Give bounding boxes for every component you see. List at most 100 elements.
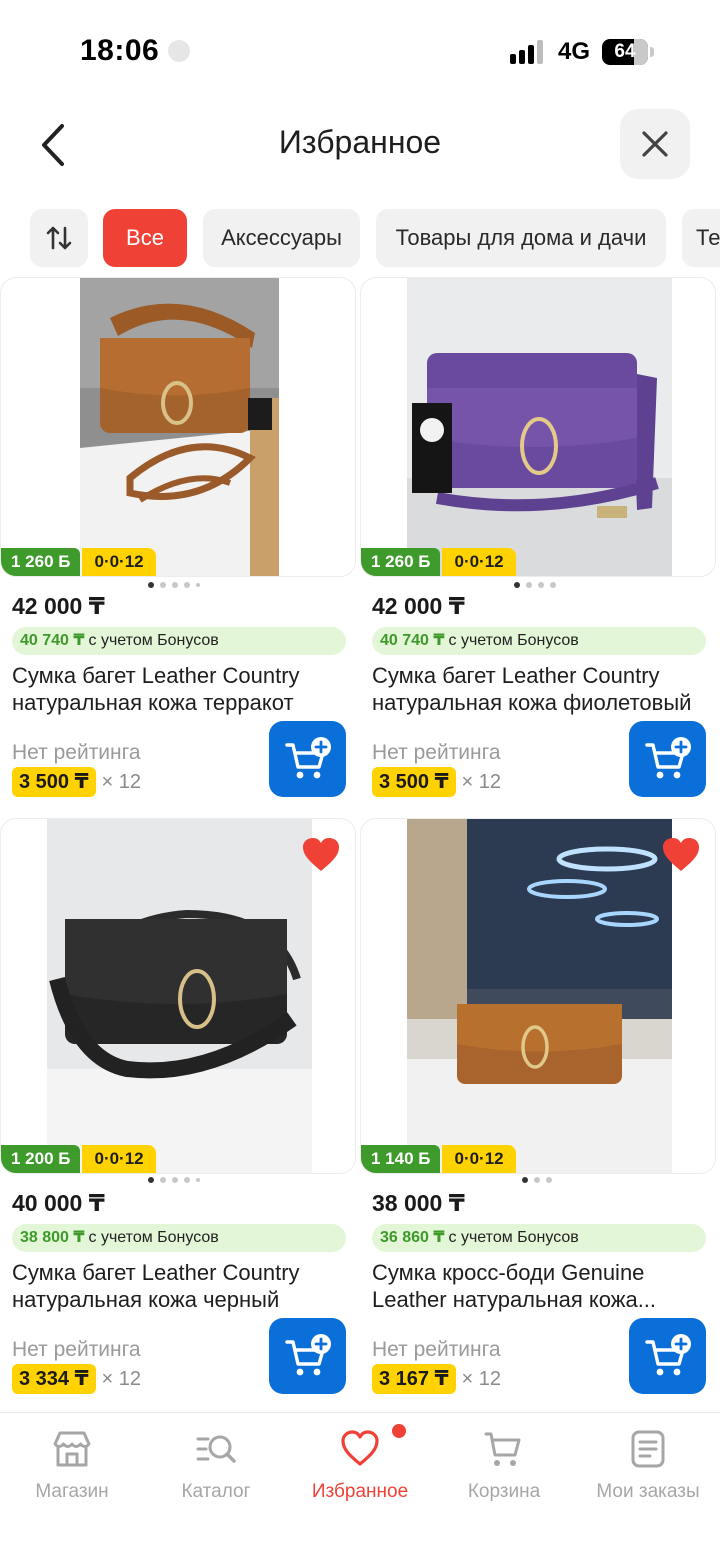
rating-text: Нет рейтинга — [372, 741, 501, 764]
product-title[interactable]: Сумка багет Leather Country натуральная … — [12, 662, 352, 716]
product-title[interactable]: Сумка багет Leather Country натуральная … — [372, 662, 712, 716]
bonus-price-line: 40 740 ₸ с учетом Бонусов — [372, 627, 706, 655]
product-image[interactable]: 1 200 Б 0·0·12 — [0, 818, 356, 1174]
signal-icon — [510, 40, 546, 64]
nav-catalog[interactable]: Каталог — [144, 1413, 288, 1523]
product-photo — [80, 278, 279, 576]
bonus-price-line: 40 740 ₸ с учетом Бонусов — [12, 627, 346, 655]
add-to-cart-button[interactable] — [269, 721, 346, 797]
sort-icon — [46, 226, 72, 250]
installment-months: × 12 — [461, 1367, 502, 1390]
rating-text: Нет рейтинга — [12, 741, 141, 764]
nav-orders-label: Мои заказы — [596, 1481, 700, 1502]
catalog-search-icon — [196, 1435, 236, 1463]
installment-info: 3 500 ₸ × 12 — [372, 767, 501, 797]
bonus-note: с учетом Бонусов — [88, 632, 219, 649]
installment-badge: 0·0·12 — [82, 1145, 156, 1173]
installment-months: × 12 — [101, 1367, 142, 1390]
status-time: 18:06 — [80, 34, 160, 67]
nav-cart-label: Корзина — [467, 1481, 541, 1502]
installment-price: 3 167 ₸ — [372, 1364, 456, 1394]
installment-price: 3 334 ₸ — [12, 1364, 96, 1394]
badge-row: 1 200 Б 0·0·12 — [1, 1145, 156, 1173]
add-to-cart-button[interactable] — [629, 721, 706, 797]
installment-badge: 0·0·12 — [442, 548, 516, 576]
installment-months: × 12 — [461, 770, 502, 793]
heart-icon — [341, 1430, 379, 1466]
filter-chip-all[interactable]: Все — [103, 209, 187, 267]
store-icon — [53, 1431, 91, 1467]
filter-chip-accessories[interactable]: Аксессуары — [203, 209, 360, 267]
bonus-price: 38 800 ₸ — [20, 1229, 85, 1246]
bonus-price: 36 860 ₸ — [380, 1229, 445, 1246]
installment-months: × 12 — [101, 770, 142, 793]
filter-chip-home-garden[interactable]: Товары для дома и дачи — [376, 209, 666, 267]
product-title-line-1: Сумка багет Leather Country — [12, 663, 300, 688]
product-title-line-2: натуральная кожа черный — [12, 1287, 280, 1312]
product-title-line-2: натуральная кожа терракот — [12, 690, 294, 715]
status-blurred-icon — [168, 40, 190, 62]
filter-chips: Все Аксессуары Товары для дома и дачи Те — [0, 209, 720, 267]
battery-level: 64 — [614, 41, 636, 62]
favorite-heart-icon[interactable] — [661, 837, 701, 873]
filter-chip-more[interactable]: Те — [682, 209, 720, 267]
product-title[interactable]: Сумка кросс-боди Genuine Leather натурал… — [372, 1259, 712, 1313]
add-to-cart-button[interactable] — [629, 1318, 706, 1394]
close-button[interactable] — [620, 109, 690, 179]
nav-catalog-label: Каталог — [181, 1481, 251, 1502]
nav-store[interactable]: Магазин — [0, 1413, 144, 1523]
installment-price: 3 500 ₸ — [372, 767, 456, 797]
bonus-badge: 1 260 Б — [361, 548, 441, 576]
header: Избранное — [0, 100, 720, 190]
cart-icon — [484, 1432, 521, 1466]
bonus-badge: 1 260 Б — [1, 548, 81, 576]
installment-badge: 0·0·12 — [442, 1145, 516, 1173]
product-price: 40 000 ₸ — [12, 1190, 105, 1216]
bonus-badge: 1 140 Б — [361, 1145, 441, 1173]
image-pager-dots — [148, 581, 200, 589]
image-pager-dots — [514, 581, 556, 589]
nav-cart[interactable]: Корзина — [432, 1413, 576, 1523]
rating-text: Нет рейтинга — [12, 1338, 141, 1361]
sort-button[interactable] — [30, 209, 88, 267]
installment-badge: 0·0·12 — [82, 548, 156, 576]
product-image[interactable]: 1 140 Б 0·0·12 — [360, 818, 716, 1174]
installment-info: 3 334 ₸ × 12 — [12, 1364, 141, 1394]
bonus-price: 40 740 ₸ — [380, 632, 445, 649]
product-title-line-1: Сумка кросс-боди Genuine — [372, 1260, 645, 1285]
installment-info: 3 500 ₸ × 12 — [12, 767, 141, 797]
badge-row: 1 260 Б 0·0·12 — [1, 548, 156, 576]
add-cart-icon — [645, 737, 691, 779]
product-title[interactable]: Сумка багет Leather Country натуральная … — [12, 1259, 352, 1313]
installment-info: 3 167 ₸ × 12 — [372, 1364, 501, 1394]
add-to-cart-button[interactable] — [269, 1318, 346, 1394]
notification-dot — [392, 1424, 406, 1438]
battery-icon: 64 — [602, 39, 648, 65]
badge-row: 1 260 Б 0·0·12 — [361, 548, 516, 576]
bonus-note: с учетом Бонусов — [448, 1229, 579, 1246]
bonus-note: с учетом Бонусов — [88, 1229, 219, 1246]
orders-icon — [631, 1430, 665, 1468]
bonus-note: с учетом Бонусов — [448, 632, 579, 649]
status-bar: 18:06 4G 64 — [0, 0, 720, 100]
image-pager-dots — [522, 1176, 552, 1184]
bonus-badge: 1 200 Б — [1, 1145, 81, 1173]
product-photo — [47, 819, 312, 1173]
product-title-line-2: натуральная кожа фиолетовый — [372, 690, 692, 715]
favorite-heart-icon[interactable] — [301, 837, 341, 873]
rating-text: Нет рейтинга — [372, 1338, 501, 1361]
product-image[interactable]: 1 260 Б 0·0·12 — [360, 277, 716, 577]
nav-favorites-label: Избранное — [311, 1481, 409, 1502]
product-photo — [407, 278, 672, 576]
product-photo — [407, 819, 672, 1173]
product-title-line-2: Leather натуральная кожа... — [372, 1287, 657, 1312]
close-icon — [642, 131, 668, 157]
nav-orders[interactable]: Мои заказы — [576, 1413, 720, 1523]
bonus-price-line: 36 860 ₸ с учетом Бонусов — [372, 1224, 706, 1252]
product-price: 42 000 ₸ — [12, 593, 105, 619]
image-pager-dots — [148, 1176, 200, 1184]
add-cart-icon — [285, 737, 331, 779]
nav-favorites[interactable]: Избранное — [288, 1413, 432, 1523]
product-image[interactable]: 1 260 Б 0·0·12 — [0, 277, 356, 577]
installment-price: 3 500 ₸ — [12, 767, 96, 797]
